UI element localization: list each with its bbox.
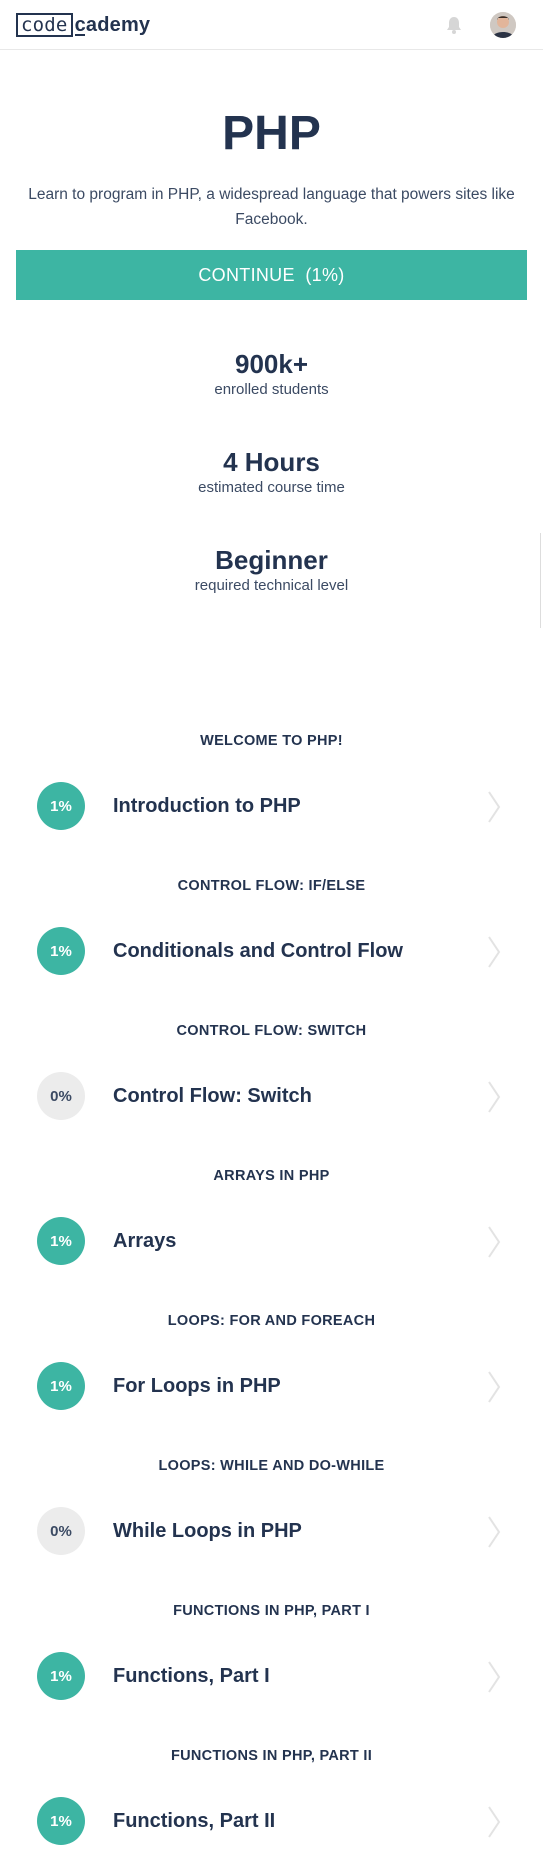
lesson-row[interactable]: 1% Functions, Part I (0, 1646, 543, 1706)
progress-badge: 1% (37, 1362, 85, 1410)
continue-button[interactable]: CONTINUE (1%) (16, 250, 527, 300)
lesson-row[interactable]: 1% For Loops in PHP (0, 1356, 543, 1416)
chevron-right-icon (488, 1371, 501, 1403)
lesson-title: Introduction to PHP (113, 795, 301, 817)
chevron-right-icon (488, 791, 501, 823)
lesson-row[interactable]: 0% While Loops in PHP (0, 1501, 543, 1561)
codecademy-logo[interactable]: code cademy (16, 12, 150, 38)
chevron-right-icon (488, 1806, 501, 1838)
chevron-right-icon (488, 1081, 501, 1113)
lesson-row[interactable]: 1% Arrays (0, 1211, 543, 1271)
continue-label: CONTINUE (198, 264, 295, 285)
logo-box: code (16, 13, 73, 37)
stat-label: required technical level (194, 577, 349, 594)
lesson-title: Control Flow: Switch (113, 1085, 312, 1107)
chevron-right-icon (488, 1516, 501, 1548)
logo-text: cademy (74, 13, 151, 36)
bell-icon[interactable] (444, 15, 464, 35)
lesson-row[interactable]: 0% Control Flow: Switch (0, 1066, 543, 1126)
chevron-right-icon (488, 1661, 501, 1693)
unit-heading: LOOPS: FOR AND FOREACH (167, 1313, 376, 1329)
top-bar: code cademy (0, 0, 543, 50)
unit-heading: FUNCTIONS IN PHP, PART II (170, 1748, 373, 1764)
progress-badge: 0% (37, 1507, 85, 1555)
lesson-title: Arrays (113, 1230, 177, 1252)
chevron-right-icon (488, 1226, 501, 1258)
stat-value: 900k+ (234, 349, 309, 379)
progress-badge: 0% (37, 1072, 85, 1120)
progress-badge: 1% (37, 927, 85, 975)
unit-heading: FUNCTIONS IN PHP, PART I (173, 1603, 370, 1619)
unit-heading: WELCOME TO PHP! (200, 733, 343, 749)
lesson-row[interactable]: 1% Conditionals and Control Flow (0, 921, 543, 981)
progress-badge: 1% (37, 782, 85, 830)
stat-label: estimated course time (198, 479, 345, 496)
progress-badge: 1% (37, 1652, 85, 1700)
continue-spacer (295, 265, 306, 286)
continue-progress: (1%) (305, 264, 345, 285)
lesson-title: Conditionals and Control Flow (113, 940, 403, 962)
progress-badge: 1% (37, 1797, 85, 1845)
stat-enrolled: 900k+ enrolled students (0, 348, 543, 400)
avatar[interactable] (490, 12, 516, 38)
unit-heading: ARRAYS IN PHP (213, 1168, 330, 1184)
unit-heading: CONTROL FLOW: IF/ELSE (177, 878, 366, 894)
scroll-indicator (540, 533, 541, 628)
stat-value: Beginner (215, 545, 328, 575)
progress-badge: 1% (37, 1217, 85, 1265)
lesson-title: Functions, Part I (113, 1665, 270, 1687)
lesson-title: Functions, Part II (113, 1810, 276, 1832)
course-title: PHP (222, 107, 321, 160)
chevron-right-icon (488, 936, 501, 968)
stat-value: 4 Hours (223, 447, 320, 477)
course-description: Learn to program in PHP, a widespread la… (28, 186, 515, 228)
unit-heading: CONTROL FLOW: SWITCH (176, 1023, 367, 1039)
lesson-row[interactable]: 1% Functions, Part II (0, 1791, 543, 1851)
lesson-title: While Loops in PHP (113, 1520, 302, 1542)
lesson-title: For Loops in PHP (113, 1375, 281, 1397)
unit-heading: LOOPS: WHILE AND DO-WHILE (158, 1458, 385, 1474)
lesson-row[interactable]: 1% Introduction to PHP (0, 776, 543, 836)
stat-course-time: 4 Hours estimated course time (0, 446, 543, 498)
stat-technical-level: Beginner required technical level (0, 544, 543, 596)
stat-label: enrolled students (214, 381, 329, 398)
